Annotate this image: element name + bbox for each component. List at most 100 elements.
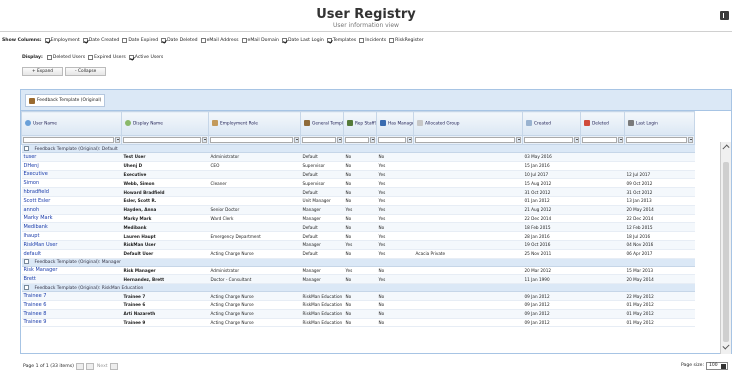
scrollbar-thumb[interactable] <box>723 162 729 342</box>
group-toggle-icon[interactable] <box>23 145 29 151</box>
filter-icon[interactable] <box>618 137 623 143</box>
show-column-option[interactable]: Incidents <box>359 37 386 43</box>
filter-input[interactable] <box>210 137 293 143</box>
column-header[interactable]: Employment Role <box>208 111 301 136</box>
user-name-link[interactable]: Trainee 9 <box>21 318 122 328</box>
checkbox[interactable] <box>389 37 395 43</box>
group-row[interactable]: Feedback Template (Original): Manager <box>21 258 695 267</box>
scroll-down-icon[interactable] <box>722 342 730 350</box>
table-row[interactable]: Marky Mark Marky Mark Ward Clerk Manager No Y… <box>21 214 695 224</box>
user-name-link[interactable]: RiskMan User <box>21 240 122 250</box>
table-row[interactable]: tuser Test User Administrator Default No No 03… <box>21 152 695 162</box>
column-header[interactable]: User Name <box>21 111 122 136</box>
show-column-option[interactable]: Date Expired <box>122 37 158 43</box>
user-name-link[interactable]: hbradfield <box>21 187 122 197</box>
checkbox[interactable] <box>46 54 52 60</box>
show-column-option[interactable]: Templates <box>326 37 356 43</box>
display-option[interactable]: Expired Users <box>88 54 126 60</box>
last-page-icon[interactable] <box>109 362 118 370</box>
feedback-template-button[interactable]: Feedback Template (Original) <box>25 94 106 107</box>
table-row[interactable]: Trainee 8 Arti Nazareth Acting Charge Nurs… <box>21 309 695 319</box>
page-size-select[interactable]: 100 <box>706 361 728 370</box>
user-name-link[interactable]: Simon <box>21 178 122 189</box>
table-row[interactable]: default Default User Acting Charge Nurse De… <box>21 249 695 259</box>
user-name-link[interactable]: Trainee 7 <box>21 291 122 301</box>
user-name-link[interactable]: Executive <box>21 170 122 180</box>
filter-input[interactable] <box>345 137 369 143</box>
table-row[interactable]: Risk Manager Risk Manager Administrator Man… <box>21 266 695 276</box>
user-name-link[interactable]: Brett <box>21 274 122 285</box>
checkbox[interactable] <box>359 37 365 43</box>
checkbox[interactable] <box>82 37 88 43</box>
filter-icon[interactable] <box>115 137 120 143</box>
user-name-link[interactable]: Medibank <box>21 222 122 233</box>
user-name-link[interactable]: tuser <box>21 152 122 162</box>
previous-page-icon[interactable] <box>75 362 84 370</box>
filter-icon[interactable] <box>574 137 579 143</box>
table-row[interactable]: Simon Webb, Simon Cleaner Supervisor No Yes 15… <box>21 178 695 189</box>
column-header[interactable]: Last Login <box>624 111 695 136</box>
show-column-option[interactable]: eMail Domain <box>241 37 279 43</box>
column-header[interactable]: Has Manage <box>376 111 414 136</box>
checkbox[interactable] <box>44 37 50 43</box>
first-page-icon[interactable] <box>85 362 94 370</box>
table-row[interactable]: Scott Esler Esler, Scott R. Unit Manager No… <box>21 196 695 206</box>
group-toggle-icon[interactable] <box>23 259 29 265</box>
column-header[interactable]: General Templ <box>300 111 344 136</box>
filter-icon[interactable] <box>337 137 342 143</box>
show-column-option[interactable]: RiskRegister <box>389 37 424 43</box>
group-toggle-icon[interactable] <box>23 284 29 290</box>
expand-button[interactable]: + Expand <box>22 67 64 76</box>
checkbox[interactable] <box>88 54 94 60</box>
filter-icon[interactable] <box>688 137 693 143</box>
table-row[interactable]: Trainee 7 Trainee 7 Acting Charge Nurse Ris… <box>21 291 695 301</box>
display-option[interactable]: Deleted Users <box>46 54 85 60</box>
filter-input[interactable] <box>302 137 336 143</box>
filter-input[interactable] <box>415 137 515 143</box>
table-row[interactable]: Medibank Medibank Default No No 18 Feb 2015 12… <box>21 222 695 233</box>
checkbox[interactable] <box>200 37 206 43</box>
filter-input[interactable] <box>626 137 687 143</box>
filter-icon[interactable] <box>202 137 207 143</box>
group-row[interactable]: Feedback Template (Original): RiskMan Ed… <box>21 283 695 293</box>
user-name-link[interactable]: lhaupt <box>21 231 122 241</box>
user-name-link[interactable]: DHenj <box>21 161 122 171</box>
filter-icon[interactable] <box>516 137 521 143</box>
filter-icon[interactable] <box>407 137 412 143</box>
column-header[interactable]: Rep Staff? <box>343 111 377 136</box>
show-column-option[interactable]: Employment <box>44 37 80 43</box>
show-column-option[interactable]: Date Last Login <box>281 37 324 43</box>
exit-icon[interactable] <box>720 11 729 20</box>
checkbox[interactable] <box>122 37 128 43</box>
scroll-up-icon[interactable] <box>722 144 730 152</box>
user-name-link[interactable]: Trainee 8 <box>21 309 122 319</box>
filter-input[interactable] <box>123 137 201 143</box>
table-row[interactable]: DHenj Uhenj D CEO Supervisor No Yes 15 Jan 201… <box>21 161 695 171</box>
column-header[interactable]: Allocated Group <box>413 111 523 136</box>
table-row[interactable]: Executive Executive Default No Yes 10 Jul 201… <box>21 170 695 180</box>
table-row[interactable]: Trainee 9 Trainee 9 Acting Charge Nurse Ris… <box>21 318 695 328</box>
show-column-option[interactable]: eMail Address <box>200 37 239 43</box>
filter-input[interactable] <box>23 137 114 143</box>
table-row[interactable]: Brett Hernandez, Brett Doctor - Consultant… <box>21 274 695 285</box>
table-row[interactable]: Trainee 6 Trainee 6 Acting Charge Nurse Ris… <box>21 300 695 310</box>
collapse-button[interactable]: - Collapse <box>65 67 107 76</box>
user-name-link[interactable]: Marky Mark <box>21 214 122 224</box>
user-name-link[interactable]: Risk Manager <box>21 266 122 276</box>
table-row[interactable]: RiskMan User RiskMan User Manager Yes Yes 19 … <box>21 240 695 250</box>
vertical-scrollbar[interactable] <box>720 142 731 354</box>
filter-input[interactable] <box>378 137 406 143</box>
table-row[interactable]: annoh Hayden, Anna Senior Doctor Manager Yes… <box>21 205 695 215</box>
checkbox[interactable] <box>161 37 167 43</box>
user-name-link[interactable]: annoh <box>21 205 122 215</box>
user-name-link[interactable]: Trainee 6 <box>21 300 122 310</box>
filter-input[interactable] <box>524 137 573 143</box>
show-column-option[interactable]: Date Deleted <box>161 37 198 43</box>
filter-icon[interactable] <box>370 137 375 143</box>
show-column-option[interactable]: Date Created <box>82 37 119 43</box>
filter-icon[interactable] <box>294 137 299 143</box>
checkbox[interactable] <box>241 37 247 43</box>
table-row[interactable]: hbradfield Howard Bradfield Default No Yes 31… <box>21 187 695 197</box>
checkbox[interactable] <box>326 37 332 43</box>
checkbox[interactable] <box>128 54 134 60</box>
